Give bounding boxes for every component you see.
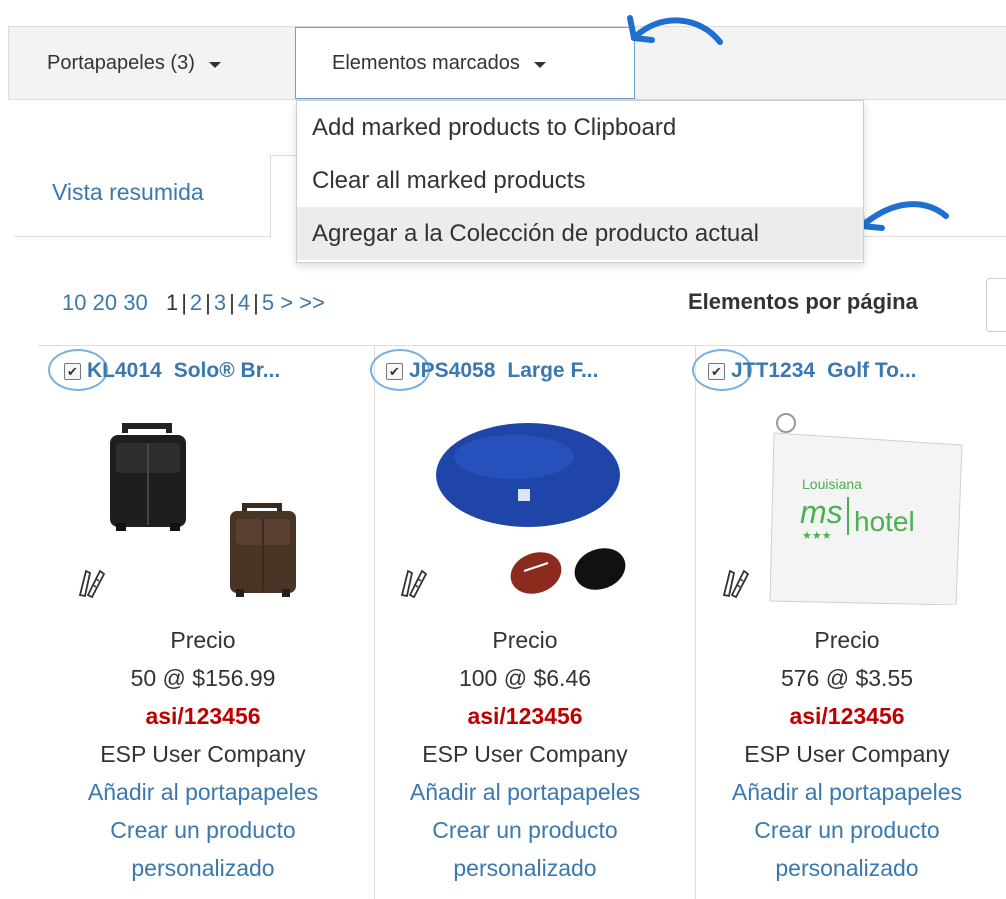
asi-number: asi/123456 xyxy=(145,703,261,729)
last-page-link[interactable]: >> xyxy=(299,290,325,315)
caret-down-icon xyxy=(533,61,546,68)
briefcase-image[interactable] xyxy=(82,405,332,605)
marked-items-menu: Add marked products to Clipboard Clear a… xyxy=(296,100,864,263)
create-custom-product-link[interactable]: Crear un producto xyxy=(432,817,617,843)
pagination: 10 20 30 1 | 2 | 3 | 4 | 5 > >> xyxy=(62,290,325,315)
supplier-company: ESP User Company xyxy=(422,741,628,767)
product-info: Precio 576 @ $3.55 asi/123456 ESP User C… xyxy=(686,621,1006,887)
menu-item-add-to-collection[interactable]: Agregar a la Colección de producto actua… xyxy=(297,207,863,260)
pencil-ruler-icon[interactable] xyxy=(74,565,108,599)
marked-items-dropdown-button[interactable]: Elementos marcados xyxy=(295,27,635,99)
product-info: Precio 100 @ $6.46 asi/123456 ESP User C… xyxy=(364,621,686,887)
create-custom-product-link-2[interactable]: personalizado xyxy=(131,855,274,881)
next-page-link[interactable]: > xyxy=(280,290,293,315)
supplier-company: ESP User Company xyxy=(100,741,306,767)
product-header: ✔ JTT1234 Golf To... xyxy=(708,359,917,383)
asi-number: asi/123456 xyxy=(467,703,583,729)
svg-text:★★★: ★★★ xyxy=(802,530,832,542)
marked-items-label: Elementos marcados xyxy=(332,51,520,74)
product-card: ✔ JPS4058 Large F... Precio 100 @ $6.46 … xyxy=(364,345,686,899)
page-link-2[interactable]: 2 xyxy=(190,290,202,315)
product-header: ✔ KL4014 Solo® Br... xyxy=(64,359,280,383)
page-size-20[interactable]: 20 xyxy=(93,290,117,315)
towel-brand-text: Louisiana xyxy=(802,476,862,492)
page-size-30[interactable]: 30 xyxy=(123,290,147,315)
per-page-label: Elementos por página xyxy=(688,289,918,314)
product-header: ✔ JPS4058 Large F... xyxy=(386,359,598,383)
page-size-10[interactable]: 10 xyxy=(62,290,86,315)
asi-number: asi/123456 xyxy=(789,703,905,729)
add-to-clipboard-link[interactable]: Añadir al portapapeles xyxy=(88,779,318,805)
menu-item-add-to-clipboard[interactable]: Add marked products to Clipboard xyxy=(297,101,863,154)
towel-brand-text: hotel xyxy=(854,506,915,537)
towel-brand-text: ms xyxy=(800,494,843,530)
pencil-ruler-icon[interactable] xyxy=(718,565,752,599)
per-page-select[interactable] xyxy=(986,278,1006,332)
price-value: 50 @ $156.99 xyxy=(130,665,276,691)
product-code-link[interactable]: JPS4058 xyxy=(409,359,495,383)
menu-item-clear-marked[interactable]: Clear all marked products xyxy=(297,154,863,207)
towel-image[interactable]: Louisiana ms hotel ★★★ xyxy=(726,405,976,605)
football-image[interactable] xyxy=(404,405,654,605)
page-link-4[interactable]: 4 xyxy=(238,290,250,315)
pencil-ruler-icon[interactable] xyxy=(396,565,430,599)
page-link-5[interactable]: 5 xyxy=(262,290,274,315)
tab-summary-view[interactable]: Vista resumida xyxy=(52,179,204,206)
product-info: Precio 50 @ $156.99 asi/123456 ESP User … xyxy=(42,621,364,887)
product-code-link[interactable]: KL4014 xyxy=(87,359,162,383)
add-to-clipboard-link[interactable]: Añadir al portapapeles xyxy=(410,779,640,805)
clipboard-label: Portapapeles (3) xyxy=(47,51,195,74)
price-label: Precio xyxy=(814,627,880,653)
product-name-link[interactable]: Large F... xyxy=(507,359,598,383)
price-value: 100 @ $6.46 xyxy=(458,665,592,691)
caret-down-icon xyxy=(208,61,221,68)
product-card: ✔ KL4014 Solo® Br... Precio 50 @ $156.99… xyxy=(42,345,364,899)
create-custom-product-link-2[interactable]: personalizado xyxy=(453,855,596,881)
toolbar: Portapapeles (3) Elementos marcados xyxy=(8,26,1006,100)
price-value: 576 @ $3.55 xyxy=(780,665,914,691)
clipboard-dropdown-button[interactable]: Portapapeles (3) xyxy=(47,27,221,99)
product-name-link[interactable]: Golf To... xyxy=(827,359,916,383)
price-label: Precio xyxy=(170,627,236,653)
mark-checkbox[interactable]: ✔ xyxy=(708,362,725,380)
supplier-company: ESP User Company xyxy=(744,741,950,767)
price-label: Precio xyxy=(492,627,558,653)
product-code-link[interactable]: JTT1234 xyxy=(731,359,815,383)
create-custom-product-link[interactable]: Crear un producto xyxy=(110,817,295,843)
add-to-clipboard-link[interactable]: Añadir al portapapeles xyxy=(732,779,962,805)
mark-checkbox[interactable]: ✔ xyxy=(64,362,81,380)
product-name-link[interactable]: Solo® Br... xyxy=(174,359,281,383)
create-custom-product-link-2[interactable]: personalizado xyxy=(775,855,918,881)
page-link-3[interactable]: 3 xyxy=(214,290,226,315)
page: Portapapeles (3) Elementos marcados Vist… xyxy=(0,0,1006,899)
create-custom-product-link[interactable]: Crear un producto xyxy=(754,817,939,843)
mark-checkbox[interactable]: ✔ xyxy=(386,362,403,380)
product-card: ✔ JTT1234 Golf To... Louisiana ms hotel … xyxy=(686,345,1006,899)
current-page: 1 xyxy=(165,290,179,315)
